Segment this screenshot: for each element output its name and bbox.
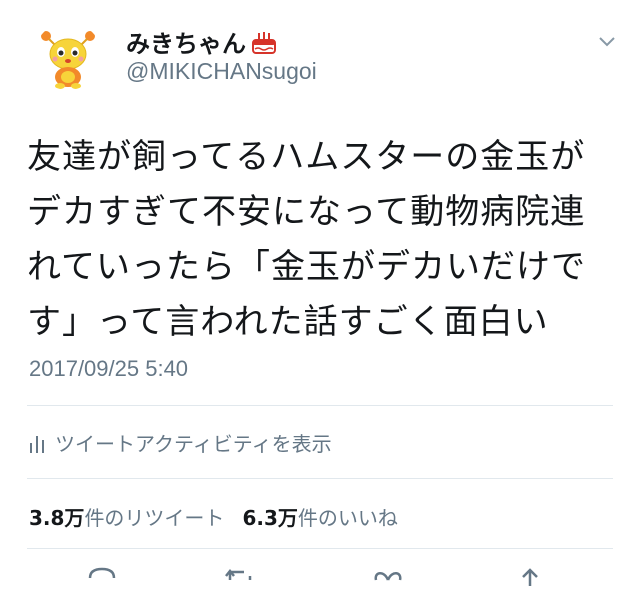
avatar[interactable] xyxy=(34,22,102,90)
share-icon[interactable] xyxy=(512,566,548,590)
view-activity-link[interactable]: ツイートアクティビティを表示 xyxy=(29,428,332,457)
tweet-timestamp[interactable]: 2017/09/25 5:40 xyxy=(29,356,188,382)
user-name-row[interactable]: みきちゃん xyxy=(126,24,278,59)
chevron-down-icon[interactable] xyxy=(596,30,618,52)
retweets-stat[interactable]: 3.8万件のリツイート xyxy=(29,502,224,531)
divider xyxy=(27,548,613,549)
likes-count: 6.3万 xyxy=(242,506,298,530)
avatar-character-icon xyxy=(34,22,102,90)
divider xyxy=(27,478,613,479)
birthday-cake-icon xyxy=(252,31,276,54)
likes-label: 件のいいね xyxy=(297,506,398,530)
divider xyxy=(27,405,613,406)
heart-icon[interactable] xyxy=(370,566,406,590)
engagement-stats: 3.8万件のリツイート 6.3万件のいいね xyxy=(29,502,398,531)
display-name[interactable]: みきちゃん xyxy=(126,24,246,59)
retweets-count: 3.8万 xyxy=(29,506,85,530)
retweet-icon[interactable] xyxy=(222,566,258,590)
user-handle[interactable]: @MIKICHANsugoi xyxy=(126,58,317,85)
tweet-text: 友達が飼ってるハムスターの金玉が デカすぎて不安になって動物病院連 れていったら… xyxy=(27,137,586,342)
likes-stat[interactable]: 6.3万件のいいね xyxy=(242,502,397,531)
retweets-label: 件のリツイート xyxy=(84,506,225,530)
view-activity-label: ツイートアクティビティを表示 xyxy=(55,432,332,456)
bar-chart-icon xyxy=(30,435,44,453)
action-bar xyxy=(0,566,640,586)
reply-icon[interactable] xyxy=(84,566,120,590)
